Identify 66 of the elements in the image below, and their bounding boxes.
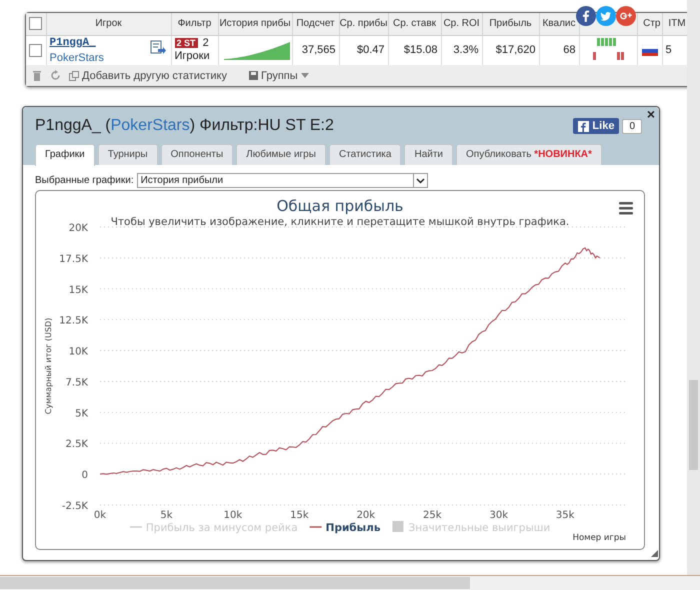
y-axis-label: 2.5K — [66, 439, 88, 450]
facebook-icon[interactable] — [576, 6, 596, 26]
y-axis-label: -2.5K — [62, 501, 88, 512]
panel-title: P1nggA_ ( — [35, 117, 111, 135]
resize-grip-icon[interactable] — [651, 550, 658, 557]
y-axis-label: 20K — [68, 223, 88, 234]
row-checkbox[interactable] — [29, 44, 42, 57]
x-axis-label: 35k — [556, 510, 574, 521]
legend-item[interactable]: Прибыль — [310, 522, 380, 534]
chart-subtitle: Чтобы увеличить изображение, кликните и перетащите мышкой внутрь графика. — [110, 216, 570, 228]
x-axis-label: 30k — [489, 510, 508, 521]
tab[interactable]: Любимые игры — [236, 144, 326, 165]
profit-sparkline — [222, 39, 292, 62]
menu-icon[interactable] — [619, 202, 633, 214]
tab[interactable]: Статистика — [328, 144, 402, 165]
horizontal-scrollbar[interactable] — [0, 575, 700, 590]
vertical-scrollbar[interactable] — [687, 0, 700, 575]
x-axis-label: 0k — [94, 510, 106, 521]
x-axis-label: 10k — [224, 510, 242, 521]
x-axis-label: 15k — [290, 510, 309, 521]
legend-label: Прибыль — [326, 522, 381, 534]
chart-select[interactable]: История прибыли — [136, 173, 428, 188]
like-button[interactable]: Like — [573, 118, 620, 134]
refresh-icon[interactable] — [50, 70, 61, 81]
tab[interactable]: Графики — [35, 144, 95, 166]
form-bar — [592, 52, 596, 60]
copy-icon — [69, 70, 79, 80]
panel-title: ) Фильтр:HU ST E:2 — [190, 117, 334, 135]
y-axis-label: 0 — [82, 470, 88, 482]
header-checkbox[interactable] — [29, 17, 42, 30]
trash-icon[interactable] — [32, 70, 42, 81]
x-axis-title: Номер игры — [572, 533, 626, 543]
y-axis-label: 12.5K — [59, 316, 88, 327]
tab[interactable]: Опубликовать *НОВИНКА* — [456, 144, 602, 165]
filter-label: Игроки — [174, 50, 210, 62]
x-axis-label: 20k — [356, 510, 376, 521]
y-axis-label: 15K — [68, 284, 88, 296]
groups-dropdown[interactable]: Группы — [249, 70, 309, 82]
y-axis-label: 5K — [75, 408, 88, 420]
edit-icon[interactable] — [150, 40, 166, 54]
chevron-icon — [416, 178, 425, 184]
y-axis-label: 7.5K — [66, 377, 88, 388]
x-axis-label: 5k — [160, 510, 173, 521]
flag-icon — [642, 44, 658, 56]
filter-badge: 2 ST — [174, 38, 198, 48]
caret-icon — [300, 73, 309, 78]
twitter-icon[interactable] — [596, 6, 616, 26]
y-axis-label: 17.5K — [59, 254, 88, 265]
select-label: Выбранные графики: — [35, 175, 134, 186]
tab[interactable]: Оппоненты — [160, 144, 234, 165]
facebook-icon — [578, 120, 590, 132]
x-axis-label: 25k — [423, 510, 442, 521]
save-icon — [249, 71, 258, 80]
player-link[interactable]: P1nggA_ — [50, 36, 168, 49]
tab[interactable]: Турниры — [98, 144, 158, 165]
filter-count: 2 — [202, 37, 209, 50]
tab[interactable]: Найти — [404, 144, 454, 165]
chart-title: Общая прибыль — [276, 197, 404, 215]
google-plus-icon[interactable] — [616, 6, 636, 26]
add-statistic-link[interactable]: Добавить другую статистику — [82, 70, 227, 82]
close-button[interactable]: × — [646, 107, 655, 121]
y-axis-label: 10K — [68, 346, 88, 358]
site-link[interactable]: PokerStars — [50, 52, 168, 64]
y-axis-title: Суммарный итог (USD) — [44, 318, 53, 414]
column-header[interactable]: Игрок — [95, 18, 122, 30]
like-count: 0 — [622, 118, 642, 134]
